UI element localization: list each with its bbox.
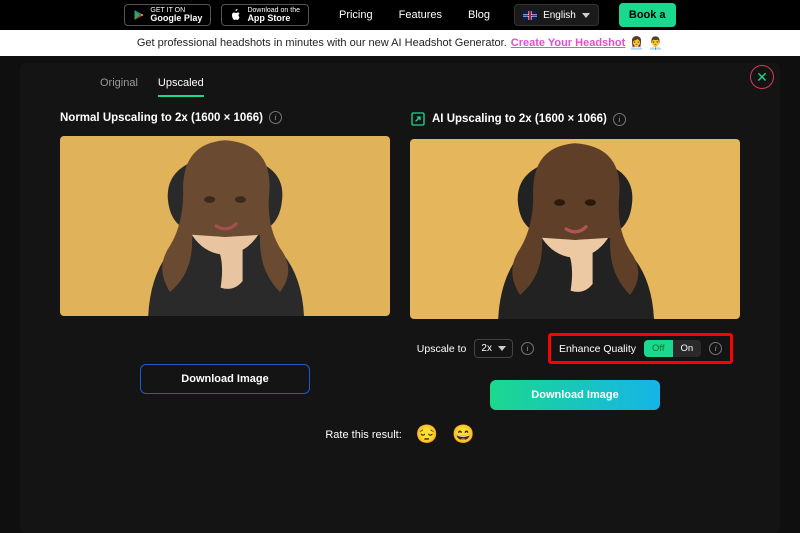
tabs: Original Upscaled — [100, 77, 740, 97]
ai-result-image — [410, 139, 740, 319]
chevron-down-icon — [498, 346, 506, 351]
enhance-quality-toggle[interactable]: Off On — [644, 340, 701, 357]
upscale-select[interactable]: 2x — [474, 339, 513, 358]
uk-flag-icon — [523, 11, 537, 20]
panel-normal-upscale: Normal Upscaling to 2x (1600 × 1066) i D… — [60, 111, 390, 410]
close-button[interactable]: ✕ — [750, 65, 774, 89]
toggle-off: Off — [644, 340, 673, 357]
info-icon[interactable]: i — [269, 111, 282, 124]
google-play-badge[interactable]: GET IT ONGoogle Play — [124, 4, 211, 26]
book-label: Book a — [629, 9, 666, 21]
tab-upscaled[interactable]: Upscaled — [158, 77, 204, 97]
toggle-on: On — [673, 340, 702, 357]
ai-upscale-icon — [410, 111, 426, 127]
chevron-down-icon — [582, 13, 590, 18]
upscale-factor-control: Upscale to 2x i — [417, 339, 534, 358]
appstore-big: App Store — [247, 14, 300, 23]
download-normal-label: Download Image — [181, 373, 268, 385]
gplay-big: Google Play — [150, 14, 202, 23]
apple-icon — [230, 9, 242, 21]
tab-original[interactable]: Original — [100, 77, 138, 97]
promo-bar: Get professional headshots in minutes wi… — [0, 30, 800, 56]
info-icon[interactable]: i — [521, 342, 534, 355]
ai-title: AI Upscaling to 2x (1600 × 1066) — [432, 113, 607, 125]
normal-result-image — [60, 136, 390, 316]
download-normal-button[interactable]: Download Image — [140, 364, 310, 394]
upscale-value: 2x — [481, 343, 492, 354]
download-ai-label: Download Image — [531, 389, 618, 401]
panel-ai-upscale: AI Upscaling to 2x (1600 × 1066) i Ups — [410, 111, 740, 410]
language-label: English — [543, 10, 576, 21]
nav-features[interactable]: Features — [399, 9, 442, 21]
enhance-label: Enhance Quality — [559, 343, 636, 355]
promo-text: Get professional headshots in minutes wi… — [137, 37, 507, 49]
info-icon[interactable]: i — [709, 342, 722, 355]
info-icon[interactable]: i — [613, 113, 626, 126]
book-button[interactable]: Book a — [619, 3, 676, 27]
upscale-label: Upscale to — [417, 343, 467, 355]
language-selector[interactable]: English — [514, 4, 599, 26]
normal-title: Normal Upscaling to 2x (1600 × 1066) — [60, 112, 263, 124]
google-play-icon — [133, 9, 145, 21]
nav-blog[interactable]: Blog — [468, 9, 490, 21]
enhance-quality-highlight: Enhance Quality Off On i — [548, 333, 733, 364]
person-emoji-icon-2: 👨‍💼 — [648, 36, 663, 50]
rate-section: Rate this result: 😔 😄 — [60, 424, 740, 445]
upscale-modal: ✕ Original Upscaled Normal Upscaling to … — [20, 63, 780, 533]
app-store-badge[interactable]: Download on theApp Store — [221, 4, 309, 26]
top-nav: GET IT ONGoogle Play Download on theApp … — [0, 0, 800, 30]
download-ai-button[interactable]: Download Image — [490, 380, 660, 410]
thumbs-down-emoji[interactable]: 😔 — [416, 424, 438, 445]
rate-label: Rate this result: — [325, 429, 401, 441]
thumbs-up-emoji[interactable]: 😄 — [452, 424, 474, 445]
nav-links: Pricing Features Blog — [339, 9, 490, 21]
promo-link[interactable]: Create Your Headshot — [511, 37, 626, 49]
person-emoji-icon: 👩‍💼 — [629, 36, 644, 50]
nav-pricing[interactable]: Pricing — [339, 9, 373, 21]
